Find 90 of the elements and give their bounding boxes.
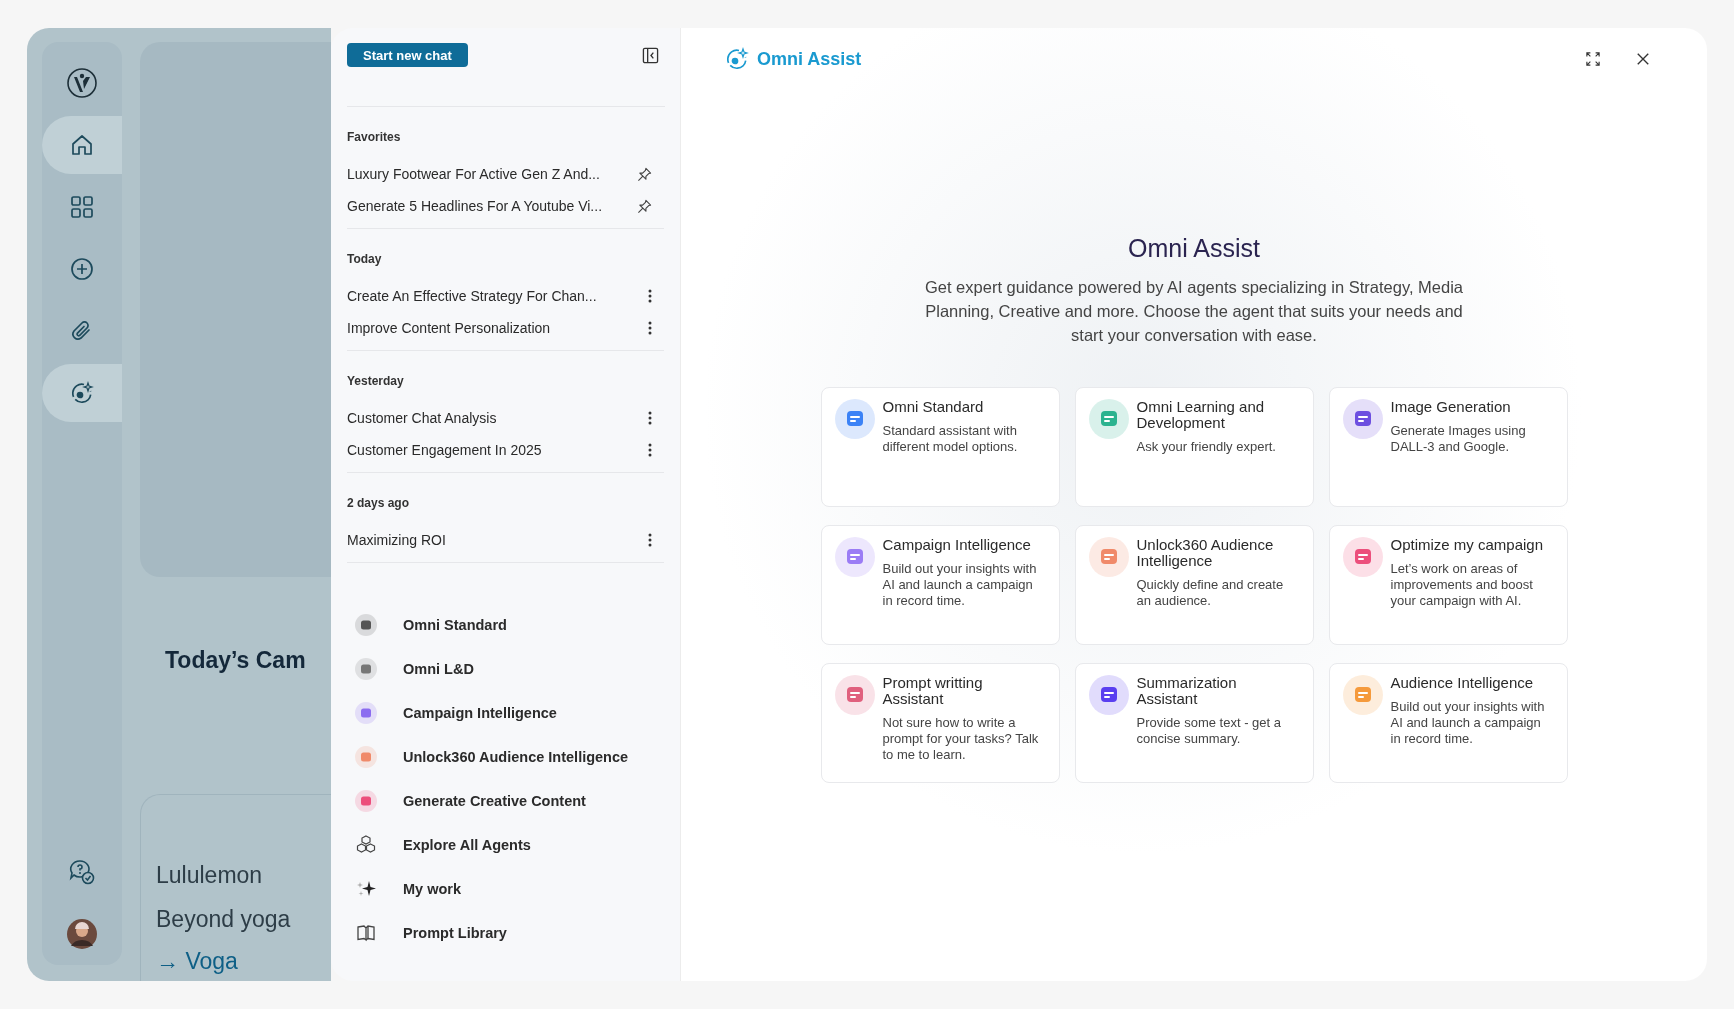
agent-card[interactable]: Campaign Intelligence Build out your insights with AI and launch a campaign in record time. xyxy=(820,525,1060,645)
avatar[interactable] xyxy=(67,919,97,949)
agent-icon xyxy=(834,399,875,439)
agent-icon xyxy=(834,537,875,577)
more-options-icon[interactable] xyxy=(648,321,652,335)
chat-history-item[interactable]: Improve Content Personalization xyxy=(347,320,551,336)
agent-link[interactable]: Unlock360 Audience Intelligence xyxy=(403,749,629,765)
chat-history-item[interactable]: Maximizing ROI xyxy=(347,532,446,548)
page-description: Get expert guidance powered by AI agents specializing in Strategy, Media Planning, Creative and more. Choose the agent that suits your needs and start your conversation with ease. xyxy=(924,277,1464,346)
card-description: Ask your friendly expert. xyxy=(1136,439,1277,455)
card-description: Quickly define and create an audience. xyxy=(1136,577,1285,609)
agent-card[interactable]: Summarization Assistant Provide some text - get a concise summary. xyxy=(1074,663,1314,783)
agent-icon xyxy=(1342,537,1383,577)
agent-card[interactable]: Optimize my campaign Let’s work on areas of improvements and boost your campaign with AI. xyxy=(1328,525,1568,645)
pin-icon[interactable] xyxy=(637,198,652,214)
chat-history-item[interactable]: Customer Chat Analysis xyxy=(347,410,497,426)
agent-link[interactable]: Omni Standard xyxy=(403,617,507,633)
card-title: Image Generation xyxy=(1390,399,1512,415)
card-title: Summarization Assistant xyxy=(1136,675,1238,707)
grid-icon xyxy=(70,195,94,219)
card-title: Omni Learning and Development xyxy=(1136,399,1266,431)
agent-icon xyxy=(355,658,377,680)
section-heading: 2 days ago xyxy=(347,496,411,510)
help-chat-icon[interactable] xyxy=(68,858,96,886)
more-options-icon[interactable] xyxy=(648,443,652,457)
home-rail-button[interactable] xyxy=(42,116,122,174)
agent-icon xyxy=(1342,399,1383,439)
chat-history-item[interactable]: Customer Engagement In 2025 xyxy=(347,442,542,458)
card-title: Optimize my campaign xyxy=(1390,537,1545,553)
close-icon[interactable] xyxy=(1636,52,1650,66)
agent-icon xyxy=(1088,537,1129,577)
chat-history-item[interactable]: Generate 5 Headlines For A Youtube Vi... xyxy=(347,198,603,214)
card-description: Not sure how to write a prompt for your tasks? Talk to me to learn. xyxy=(882,715,1040,763)
expand-icon[interactable] xyxy=(1586,52,1600,66)
section-heading: Yesterday xyxy=(347,374,405,388)
card-text: Lululemon xyxy=(156,861,264,890)
agent-link[interactable]: Omni L&D xyxy=(403,661,474,677)
page-title: Omni Assist xyxy=(1128,234,1260,263)
card-title: Audience Intelligence xyxy=(1390,675,1535,691)
brand-link[interactable]: → Voga xyxy=(156,941,331,981)
card-title: Campaign Intelligence xyxy=(882,537,1032,553)
agent-card[interactable]: Image Generation Generate Images using DALL-3 and Google. xyxy=(1328,387,1568,507)
pin-icon[interactable] xyxy=(637,166,652,182)
home-icon xyxy=(70,133,94,157)
card-description: Build out your insights with AI and launch a campaign in record time. xyxy=(882,561,1038,609)
agent-icon xyxy=(1088,675,1129,715)
section-heading: Favorites xyxy=(347,130,402,144)
card-description: Standard assistant with different model options. xyxy=(882,423,1019,455)
more-options-icon[interactable] xyxy=(648,289,652,303)
agent-icon xyxy=(355,614,377,636)
card-title: Omni Standard xyxy=(882,399,985,415)
card-description: Provide some text - get a concise summary. xyxy=(1136,715,1282,747)
agent-icon xyxy=(355,790,377,812)
card-description: Generate Images using DALL-3 and Google. xyxy=(1390,423,1527,455)
cubes-icon xyxy=(355,834,377,856)
assistant-icon xyxy=(725,47,749,71)
more-options-icon[interactable] xyxy=(648,411,652,425)
agent-icon xyxy=(834,675,875,715)
agent-card[interactable]: Omni Learning and Development Ask your friendly expert. xyxy=(1074,387,1314,507)
agent-link[interactable]: Campaign Intelligence xyxy=(403,705,557,721)
agent-card[interactable]: Prompt writting Assistant Not sure how to write a prompt for your tasks? Talk to me to learn. xyxy=(820,663,1060,783)
card-title: Prompt writting Assistant xyxy=(882,675,984,707)
agent-icon xyxy=(355,746,377,768)
header-title: Omni Assist xyxy=(757,48,862,70)
section-heading: Today xyxy=(347,252,383,266)
agent-link[interactable]: Explore All Agents xyxy=(403,837,531,853)
agent-icon xyxy=(1088,399,1129,439)
agent-link[interactable]: Generate Creative Content xyxy=(403,793,586,809)
add-icon xyxy=(70,257,94,281)
card-text: Beyond yoga xyxy=(156,905,292,934)
more-options-icon[interactable] xyxy=(648,533,652,547)
collapse-sidebar-icon[interactable] xyxy=(642,46,659,64)
assistant-icon xyxy=(70,381,94,405)
agent-card[interactable]: Omni Standard Standard assistant with different model options. xyxy=(820,387,1060,507)
assist-rail-button[interactable] xyxy=(42,364,122,422)
logo-icon xyxy=(66,67,98,99)
book-icon xyxy=(355,922,377,944)
card-title: Unlock360 Audience Intelligence xyxy=(1136,537,1275,569)
chat-history-item[interactable]: Luxury Footwear For Active Gen Z And... xyxy=(347,166,600,182)
agent-icon xyxy=(355,702,377,724)
agent-link[interactable]: Prompt Library xyxy=(403,925,507,941)
start-new-chat-button[interactable]: Start new chat xyxy=(347,43,468,67)
page-heading: Today’s Cam xyxy=(165,647,307,674)
card-description: Build out your insights with AI and launch a campaign in record time. xyxy=(1390,699,1546,747)
agent-link[interactable]: My work xyxy=(403,881,461,897)
agent-card[interactable]: Audience Intelligence Build out your insights with AI and launch a campaign in record time. xyxy=(1328,663,1568,783)
card-description: Let’s work on areas of improvements and boost your campaign with AI. xyxy=(1390,561,1534,609)
chat-history-item[interactable]: Create An Effective Strategy For Chan... xyxy=(347,288,597,304)
agent-card[interactable]: Unlock360 Audience Intelligence Quickly define and create an audience. xyxy=(1074,525,1314,645)
agent-icon xyxy=(1342,675,1383,715)
